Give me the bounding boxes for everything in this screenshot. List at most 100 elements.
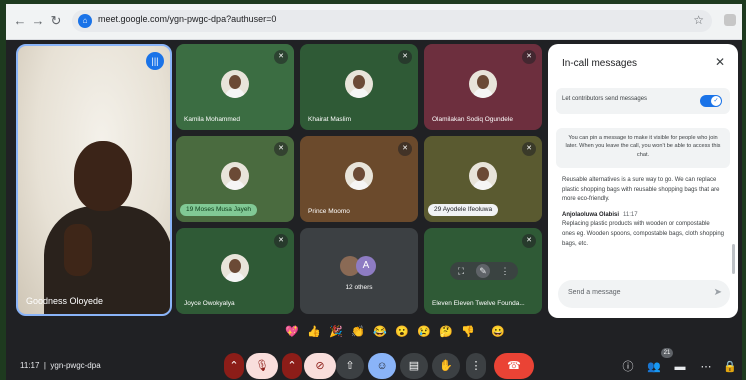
meeting-code: ygn-pwgc-dpa	[50, 361, 101, 370]
contributor-toggle[interactable]	[700, 95, 722, 107]
mic-off-icon: ✕	[522, 234, 536, 248]
camera-off-button[interactable]: ⊘	[304, 353, 336, 379]
badge: 19	[186, 206, 194, 213]
toggle-label: Let contributors send messages	[562, 96, 648, 102]
reload-icon[interactable]: ↻	[48, 13, 64, 29]
more-options-button[interactable]: ⋮	[466, 353, 486, 379]
mic-off-icon: ✕	[274, 234, 288, 248]
sender-name: Anjolaoluwa Olabisi	[562, 211, 620, 218]
avatar-letter: A	[356, 256, 376, 276]
message-input[interactable]: Send a message ➤	[558, 280, 730, 308]
audio-options-icon[interactable]: ⌃	[224, 353, 244, 379]
reaction-party[interactable]: 🎉	[328, 324, 344, 340]
meeting-details-icon[interactable]: ⓘ	[620, 359, 636, 375]
message-text: Replacing plastic products with wooden o…	[562, 221, 724, 247]
reaction-thumbs-up[interactable]: 👍	[306, 324, 322, 340]
participant-tile[interactable]: ✕ Khairat Maslim	[300, 44, 418, 130]
extension-icon[interactable]	[724, 14, 736, 26]
more-options-icon[interactable]: ⋮	[498, 264, 512, 278]
browser-toolbar: ← → ↻ ⌂ meet.google.com/ygn-pwgc-dpa?aut…	[6, 4, 742, 40]
panel-title: In-call messages	[562, 58, 638, 69]
avatar	[221, 70, 249, 98]
participant-name: Olamilakan Sodiq Ogundele	[432, 116, 513, 123]
reactions-button[interactable]: ☺	[368, 353, 396, 379]
captions-button[interactable]: ▤	[400, 353, 428, 379]
mic-off-icon: ✕	[522, 50, 536, 64]
mic-off-icon: ✕	[274, 50, 288, 64]
name-pill: 19 Moses Musa Jayeh	[180, 204, 258, 216]
message-text: Reusable alternatives is a sure way to g…	[562, 177, 720, 203]
send-icon[interactable]: ➤	[714, 287, 722, 298]
message-placeholder: Send a message	[568, 289, 621, 296]
avatar	[221, 254, 249, 282]
reaction-surprised[interactable]: 😮	[394, 324, 410, 340]
chat-icon[interactable]: ▬	[672, 359, 688, 375]
clock-time: 11:17	[20, 361, 40, 370]
name-pill: 29 Ayodele Ifeoluwa	[428, 204, 499, 216]
chat-scrollbar[interactable]	[732, 244, 735, 274]
reaction-more[interactable]: 😀	[490, 324, 506, 340]
message-sender: Anjolaoluwa Olabisi 11:17	[562, 211, 724, 221]
pin-info: You can pin a message to make it visible…	[556, 128, 730, 168]
avatar	[469, 70, 497, 98]
tile-hover-controls: ⛶ ✎ ⋮	[450, 262, 518, 280]
message-list: Reusable alternatives is a sure way to g…	[562, 176, 724, 249]
others-tile[interactable]: A 12 others	[300, 228, 418, 314]
frame-icon[interactable]: ⛶	[454, 264, 468, 278]
contributor-toggle-row: Let contributors send messages	[556, 88, 730, 114]
participant-tile[interactable]: ✕ 29 Ayodele Ifeoluwa	[424, 136, 542, 222]
participant-name: Eleven Eleven Twelve Founda...	[432, 300, 525, 307]
site-info-icon[interactable]: ⌂	[78, 14, 92, 28]
reactions-bar: 💖 👍 🎉 👏 😂 😮 😢 🤔 👎 😀	[284, 324, 514, 340]
raise-hand-button[interactable]: ✋	[432, 353, 460, 379]
participant-name: Moses Musa Jayeh	[195, 206, 252, 213]
person-head	[74, 141, 132, 211]
back-icon[interactable]: ←	[12, 13, 28, 29]
badge: 29	[434, 206, 442, 213]
forward-icon[interactable]: →	[30, 13, 46, 29]
avatar	[469, 162, 497, 190]
participant-tile[interactable]: ✕ Joyce Owokyalya	[176, 228, 294, 314]
reaction-heart[interactable]: 💖	[284, 324, 300, 340]
mic-off-icon: ✕	[398, 50, 412, 64]
address-bar[interactable]: ⌂ meet.google.com/ygn-pwgc-dpa?authuser=…	[72, 10, 712, 32]
reaction-thumbs-down[interactable]: 👎	[460, 324, 476, 340]
meeting-info: 11:17 | ygn-pwgc-dpa	[20, 361, 101, 370]
video-options-icon[interactable]: ⌃	[282, 353, 302, 379]
self-name: Goodness Oloyede	[26, 296, 104, 306]
participant-name: Ayodele Ifeoluwa	[442, 206, 493, 213]
participant-name: Joyce Owokyalya	[184, 300, 235, 307]
mic-off-button[interactable]: 🎙	[246, 353, 278, 379]
participant-name: Prince Moomo	[308, 208, 350, 215]
people-icon[interactable]: 👥	[646, 359, 662, 375]
message-time: 11:17	[623, 211, 638, 218]
leave-call-button[interactable]: ☎	[494, 353, 534, 379]
present-button[interactable]: ⇧	[336, 353, 364, 379]
participant-count-badge: 21	[661, 348, 673, 358]
participant-name: Kamila Mohammed	[184, 116, 240, 123]
reaction-thinking[interactable]: 🤔	[438, 324, 454, 340]
speaking-indicator-icon: |||	[146, 52, 164, 70]
chat-panel: In-call messages ✕ Let contributors send…	[548, 44, 738, 318]
reaction-sad[interactable]: 😢	[416, 324, 432, 340]
mic-off-icon: ✕	[398, 142, 412, 156]
avatar	[221, 162, 249, 190]
participant-name: Khairat Maslim	[308, 116, 351, 123]
self-video-tile[interactable]: ||| Goodness Oloyede	[16, 44, 172, 316]
reaction-clap[interactable]: 👏	[350, 324, 366, 340]
participant-tile[interactable]: ✕ Olamilakan Sodiq Ogundele	[424, 44, 542, 130]
reaction-laugh[interactable]: 😂	[372, 324, 388, 340]
star-icon[interactable]: ☆	[693, 13, 704, 27]
mic-off-icon: ✕	[274, 142, 288, 156]
activities-icon[interactable]: ⋯	[698, 359, 714, 375]
participant-tile[interactable]: ✕ ⛶ ✎ ⋮ Eleven Eleven Twelve Founda...	[424, 228, 542, 314]
participant-tile[interactable]: ✕ 19 Moses Musa Jayeh	[176, 136, 294, 222]
close-icon[interactable]: ✕	[712, 54, 728, 70]
participant-tile[interactable]: ✕ Kamila Mohammed	[176, 44, 294, 130]
pin-icon[interactable]: ✎	[476, 264, 490, 278]
url-text: meet.google.com/ygn-pwgc-dpa?authuser=0	[98, 14, 277, 24]
others-count: 12 others	[345, 284, 373, 291]
mic-off-icon: ✕	[522, 142, 536, 156]
host-controls-icon[interactable]: 🔒	[722, 359, 738, 375]
participant-tile[interactable]: ✕ Prince Moomo	[300, 136, 418, 222]
